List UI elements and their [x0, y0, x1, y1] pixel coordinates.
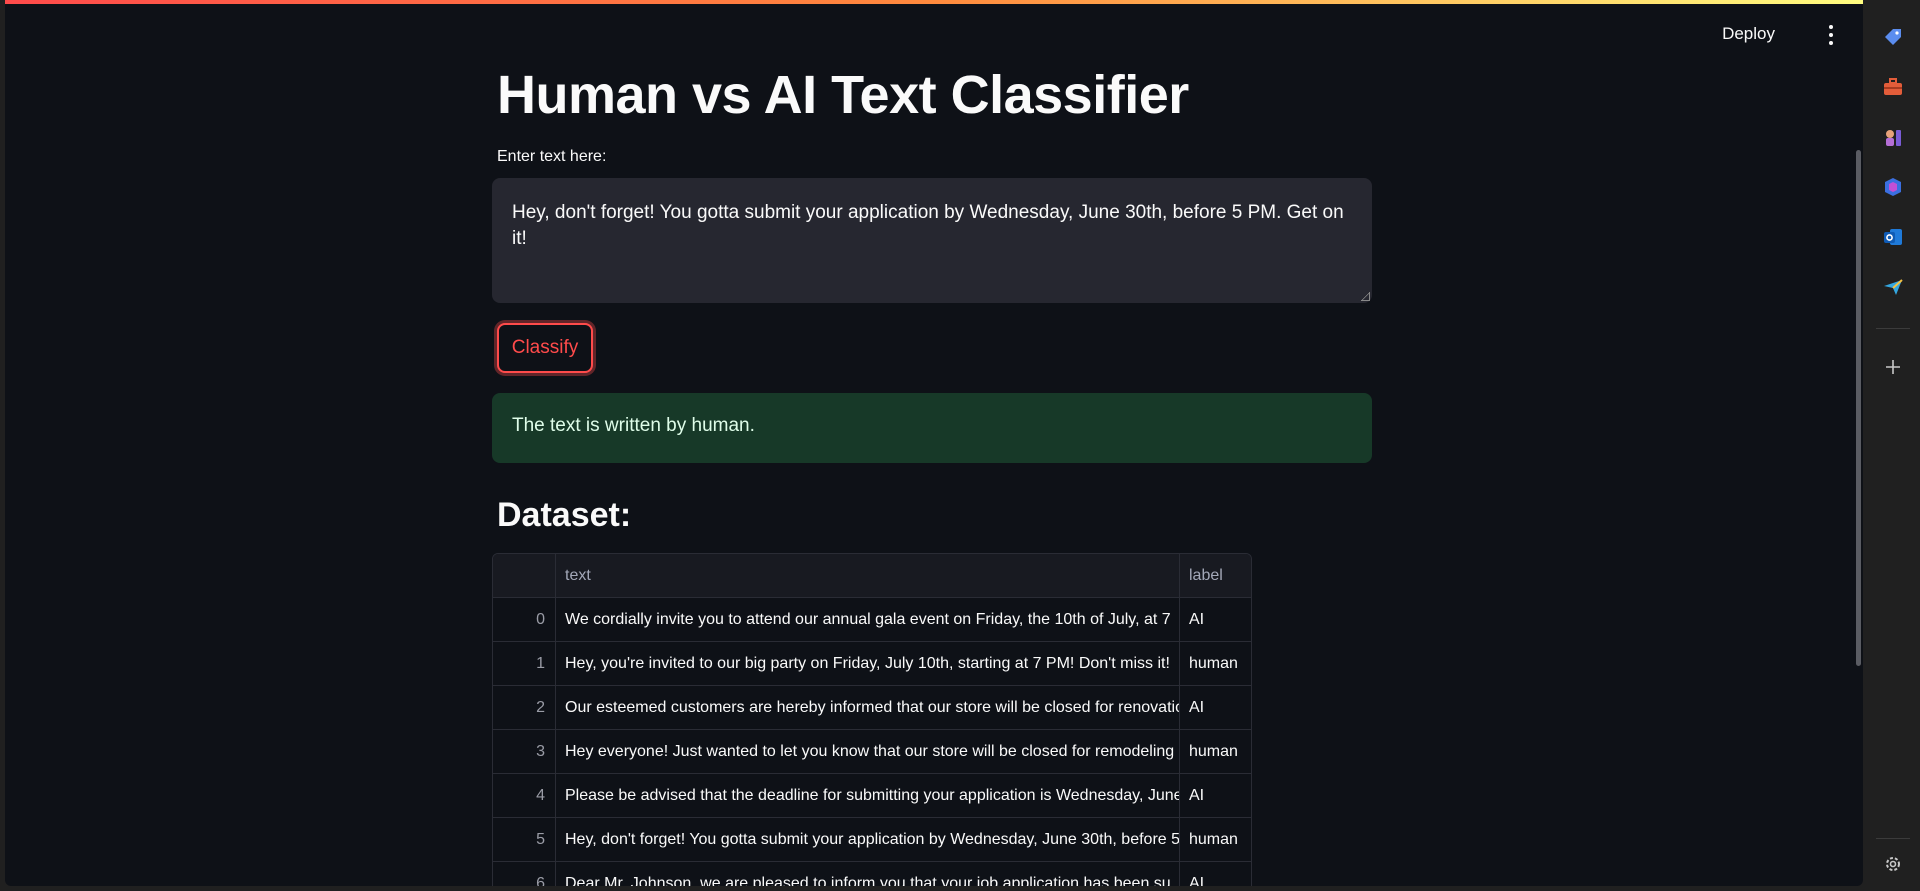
table-row[interactable]: 5 Hey, don't forget! You gotta submit yo…	[493, 818, 1251, 862]
text-column-header[interactable]: text	[556, 554, 1180, 597]
games-icon[interactable]	[1881, 125, 1905, 149]
dataset-heading: Dataset:	[497, 496, 632, 534]
text-cell[interactable]: Our esteemed customers are hereby inform…	[556, 686, 1180, 729]
sidebar-divider	[1876, 838, 1910, 839]
app-header: Deploy	[5, 4, 1863, 62]
row-index: 3	[493, 730, 556, 773]
table-row[interactable]: 4 Please be advised that the deadline fo…	[493, 774, 1251, 818]
label-cell[interactable]: human	[1180, 730, 1251, 773]
label-cell[interactable]: human	[1180, 818, 1251, 861]
text-cell[interactable]: We cordially invite you to attend our an…	[556, 598, 1180, 641]
app-window: Deploy Human vs AI Text Classifier Enter…	[5, 0, 1863, 886]
briefcase-icon[interactable]	[1881, 75, 1905, 99]
settings-icon[interactable]	[1881, 852, 1905, 876]
kebab-dot	[1829, 41, 1833, 45]
copilot-icon[interactable]	[1881, 175, 1905, 199]
row-index: 0	[493, 598, 556, 641]
dataset-table[interactable]: text label 0 We cordially invite you to …	[492, 553, 1252, 886]
text-input-value: Hey, don't forget! You gotta submit your…	[512, 202, 1344, 249]
main-content: Human vs AI Text Classifier Enter text h…	[492, 60, 1372, 886]
kebab-dot	[1829, 33, 1833, 37]
classify-button[interactable]: Classify	[497, 323, 593, 373]
text-input-label: Enter text here:	[497, 148, 607, 165]
label-column-header[interactable]: label	[1180, 554, 1251, 597]
row-index: 2	[493, 686, 556, 729]
deploy-button[interactable]: Deploy	[1714, 20, 1783, 48]
label-cell[interactable]: AI	[1180, 774, 1251, 817]
label-cell[interactable]: AI	[1180, 598, 1251, 641]
browser-sidebar	[1864, 0, 1920, 891]
page-scrollbar[interactable]	[1855, 150, 1863, 666]
scrollbar-thumb[interactable]	[1856, 150, 1861, 666]
row-index: 1	[493, 642, 556, 685]
text-input-area[interactable]: Hey, don't forget! You gotta submit your…	[492, 178, 1372, 303]
main-menu-button[interactable]	[1821, 20, 1841, 50]
label-cell[interactable]: AI	[1180, 862, 1251, 887]
table-row[interactable]: 6 Dear Mr. Johnson, we are pleased to in…	[493, 862, 1251, 886]
label-cell[interactable]: AI	[1180, 686, 1251, 729]
label-cell[interactable]: human	[1180, 642, 1251, 685]
result-success-alert: The text is written by human.	[492, 393, 1372, 463]
kebab-dot	[1829, 25, 1833, 29]
table-row[interactable]: 0 We cordially invite you to attend our …	[493, 598, 1251, 642]
send-icon[interactable]	[1881, 275, 1905, 299]
text-cell[interactable]: Dear Mr. Johnson, we are pleased to info…	[556, 862, 1180, 886]
index-column-header[interactable]	[493, 554, 556, 597]
sidebar-divider	[1876, 328, 1910, 329]
table-row[interactable]: 3 Hey everyone! Just wanted to let you k…	[493, 730, 1251, 774]
text-cell[interactable]: Hey, don't forget! You gotta submit your…	[556, 818, 1180, 861]
table-row[interactable]: 2 Our esteemed customers are hereby info…	[493, 686, 1251, 730]
table-row[interactable]: 1 Hey, you're invited to our big party o…	[493, 642, 1251, 686]
table-header-row: text label	[493, 554, 1251, 598]
row-index: 4	[493, 774, 556, 817]
page-title: Human vs AI Text Classifier	[497, 65, 1189, 125]
add-icon[interactable]	[1881, 355, 1905, 379]
row-index: 6	[493, 862, 556, 886]
text-cell[interactable]: Please be advised that the deadline for …	[556, 774, 1180, 817]
result-text: The text is written by human.	[512, 415, 755, 436]
outlook-icon[interactable]	[1881, 225, 1905, 249]
text-cell[interactable]: Hey, you're invited to our big party on …	[556, 642, 1180, 685]
resize-handle[interactable]	[1361, 292, 1370, 301]
tag-icon[interactable]	[1881, 25, 1905, 49]
text-cell[interactable]: Hey everyone! Just wanted to let you kno…	[556, 730, 1180, 773]
row-index: 5	[493, 818, 556, 861]
